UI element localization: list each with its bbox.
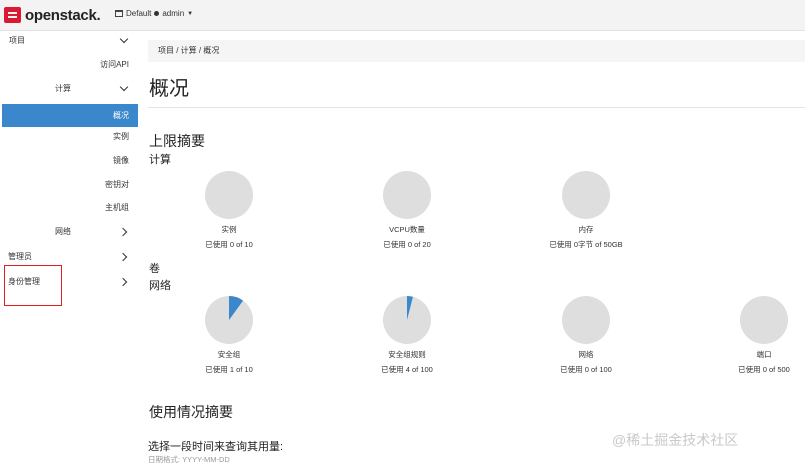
sidebar-item-label: 网络: [55, 227, 71, 236]
user-name: admin: [162, 9, 185, 18]
sidebar-item-network[interactable]: 网络: [0, 222, 140, 242]
pie-chart-vcpus: [383, 171, 431, 219]
sidebar-item-admin[interactable]: 管理员: [0, 247, 140, 267]
pie-usage: 已使用 4 of 100: [381, 365, 433, 374]
brand-text: openstack.: [25, 6, 101, 24]
sidebar-item-label: 计算: [55, 84, 71, 93]
pie-block-ram: 内存 已使用 0字节 of 50GB: [526, 171, 646, 250]
pie-label: 实例: [221, 225, 237, 234]
breadcrumb: 项目 / 计算 / 概况: [148, 40, 805, 62]
sidebar: 项目 访问API 计算 概况 实例 镜像 密钥对 主机组 网络 管理员 身份管理: [0, 31, 140, 464]
pie-label: VCPU数量: [389, 225, 425, 234]
identity-highlight-box: [4, 265, 62, 306]
sidebar-item-api-access[interactable]: 访问API: [0, 55, 140, 75]
limits-summary-title: 上限摘要: [149, 133, 205, 149]
sidebar-item-overview[interactable]: 概况: [2, 104, 138, 127]
sidebar-item-instances[interactable]: 实例: [0, 127, 140, 147]
sidebar-item-compute[interactable]: 计算: [0, 79, 140, 99]
chevron-down-icon: [119, 82, 129, 92]
caret-down-icon: ▼: [187, 10, 194, 17]
openstack-logo-icon: [4, 7, 21, 23]
date-format-hint: 日期格式: YYYY-MM-DD: [148, 455, 230, 464]
project-name: Default: [126, 9, 152, 18]
pie-usage: 已使用 0 of 10: [205, 240, 253, 249]
pie-chart-ram: [562, 171, 610, 219]
pie-label: 内存: [578, 225, 594, 234]
sidebar-item-keypairs[interactable]: 密钥对: [0, 175, 140, 195]
pie-block-ports: 端口 已使用 0 of 500: [704, 296, 805, 375]
pie-background: [562, 171, 610, 219]
pie-label: 网络: [578, 350, 594, 359]
title-divider: [148, 107, 805, 108]
pie-chart-networks: [562, 296, 610, 344]
pie-background: [562, 296, 610, 344]
pie-block-security-groups: 安全组 已使用 1 of 10: [169, 296, 289, 375]
pie-background: [740, 296, 788, 344]
sidebar-item-label: 镜像: [113, 156, 129, 165]
sidebar-item-label: 主机组: [105, 203, 129, 212]
pie-chart-ports: [740, 296, 788, 344]
pie-block-vcpus: VCPU数量 已使用 0 of 20: [347, 171, 467, 250]
pie-background: [383, 171, 431, 219]
usage-period-prompt: 选择一段时间来查询其用量:: [148, 441, 284, 453]
project-selector[interactable]: Default admin ▼: [115, 9, 193, 18]
pie-chart-security-groups: [205, 296, 253, 344]
volume-group-title: 卷: [149, 263, 160, 275]
sidebar-item-images[interactable]: 镜像: [0, 151, 140, 171]
sidebar-item-server-groups[interactable]: 主机组: [0, 198, 140, 218]
pie-usage: 已使用 0 of 20: [383, 240, 431, 249]
separator-dot-icon: [154, 11, 160, 16]
pie-block-instances: 实例 已使用 0 of 10: [169, 171, 289, 250]
sidebar-item-project[interactable]: 项目: [0, 31, 140, 51]
chevron-right-icon: [118, 227, 128, 237]
sidebar-item-label: 概况: [113, 111, 129, 120]
chevron-down-icon: [119, 34, 129, 44]
pie-chart-instances: [205, 171, 253, 219]
openstack-logo[interactable]: openstack.: [4, 5, 101, 25]
sidebar-item-label: 访问API: [100, 60, 129, 69]
pie-usage: 已使用 0 of 100: [560, 365, 612, 374]
sidebar-item-label: 密钥对: [105, 180, 129, 189]
chevron-right-icon: [118, 277, 128, 287]
pie-chart-security-group-rules: [383, 296, 431, 344]
usage-summary-title: 使用情况摘要: [149, 404, 233, 420]
pie-usage: 已使用 0字节 of 50GB: [549, 240, 623, 249]
pie-usage: 已使用 1 of 10: [205, 365, 253, 374]
sidebar-item-label: 管理员: [8, 252, 32, 261]
top-navbar: openstack. Default admin ▼: [0, 0, 805, 31]
pie-background: [205, 171, 253, 219]
page-title: 概况: [149, 78, 189, 100]
chevron-right-icon: [118, 252, 128, 262]
pie-label: 端口: [756, 350, 772, 359]
pie-usage: 已使用 0 of 500: [738, 365, 790, 374]
pie-label: 安全组规则: [388, 350, 426, 359]
pie-block-security-group-rules: 安全组规则 已使用 4 of 100: [347, 296, 467, 375]
sidebar-item-label: 项目: [9, 36, 25, 45]
sidebar-item-label: 实例: [113, 132, 129, 141]
watermark: @稀土掘金技术社区: [612, 432, 739, 448]
compute-group-title: 计算: [149, 154, 171, 166]
network-group-title: 网络: [149, 280, 171, 292]
project-icon: [115, 10, 123, 17]
pie-label: 安全组: [217, 350, 241, 359]
pie-block-networks: 网络 已使用 0 of 100: [526, 296, 646, 375]
